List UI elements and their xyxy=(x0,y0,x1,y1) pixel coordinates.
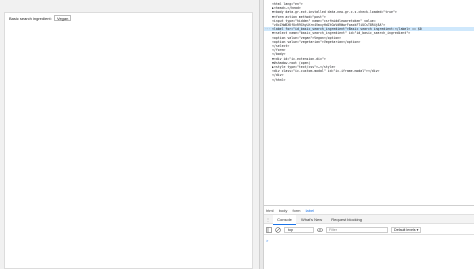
console-prompt[interactable]: > xyxy=(266,238,268,243)
ingredient-select[interactable]: Vegan xyxy=(54,15,72,21)
log-levels-select[interactable]: Default levels ▾ xyxy=(391,226,422,233)
page-content: Basic search ingredient: Vegan xyxy=(4,12,253,269)
page-viewport: Basic search ingredient: Vegan xyxy=(0,0,259,269)
breadcrumb-html[interactable]: html xyxy=(266,206,274,215)
console-toolbar: top Filter Default levels ▾ xyxy=(264,225,474,235)
ingredient-label: Basic search ingredient: xyxy=(9,16,52,21)
context-select[interactable]: top xyxy=(284,226,314,233)
breadcrumb-body[interactable]: body xyxy=(279,206,288,215)
devtools-drawer: html body form label ⋮ Console What's Ne… xyxy=(264,205,474,269)
drawer-menu-icon[interactable]: ⋮ xyxy=(264,215,272,224)
elements-tree: <html lang="en"> ▶<head>…</head> ▼<body da… xyxy=(264,0,474,205)
sidebar-toggle-icon[interactable] xyxy=(266,226,272,233)
clear-console-icon[interactable] xyxy=(275,226,281,233)
breadcrumb-form[interactable]: form xyxy=(293,206,301,215)
tab-console[interactable]: Console xyxy=(273,215,296,225)
breadcrumb-label[interactable]: label xyxy=(306,206,314,215)
breadcrumb: html body form label xyxy=(264,206,474,215)
tab-whats-new[interactable]: What's New xyxy=(297,215,326,224)
devtools-panel: <html lang="en"> ▶<head>…</head> ▼<body da… xyxy=(264,0,474,269)
dom-node-line[interactable]: </html> xyxy=(264,78,474,82)
eye-icon[interactable] xyxy=(317,227,323,233)
selected-node-dots-icon[interactable]: ··· xyxy=(265,27,271,31)
tab-request-blocking[interactable]: Request blocking xyxy=(327,215,366,224)
drawer-tabbar: ⋮ Console What's New Request blocking xyxy=(264,215,474,225)
console-filter-input[interactable]: Filter xyxy=(326,226,388,233)
